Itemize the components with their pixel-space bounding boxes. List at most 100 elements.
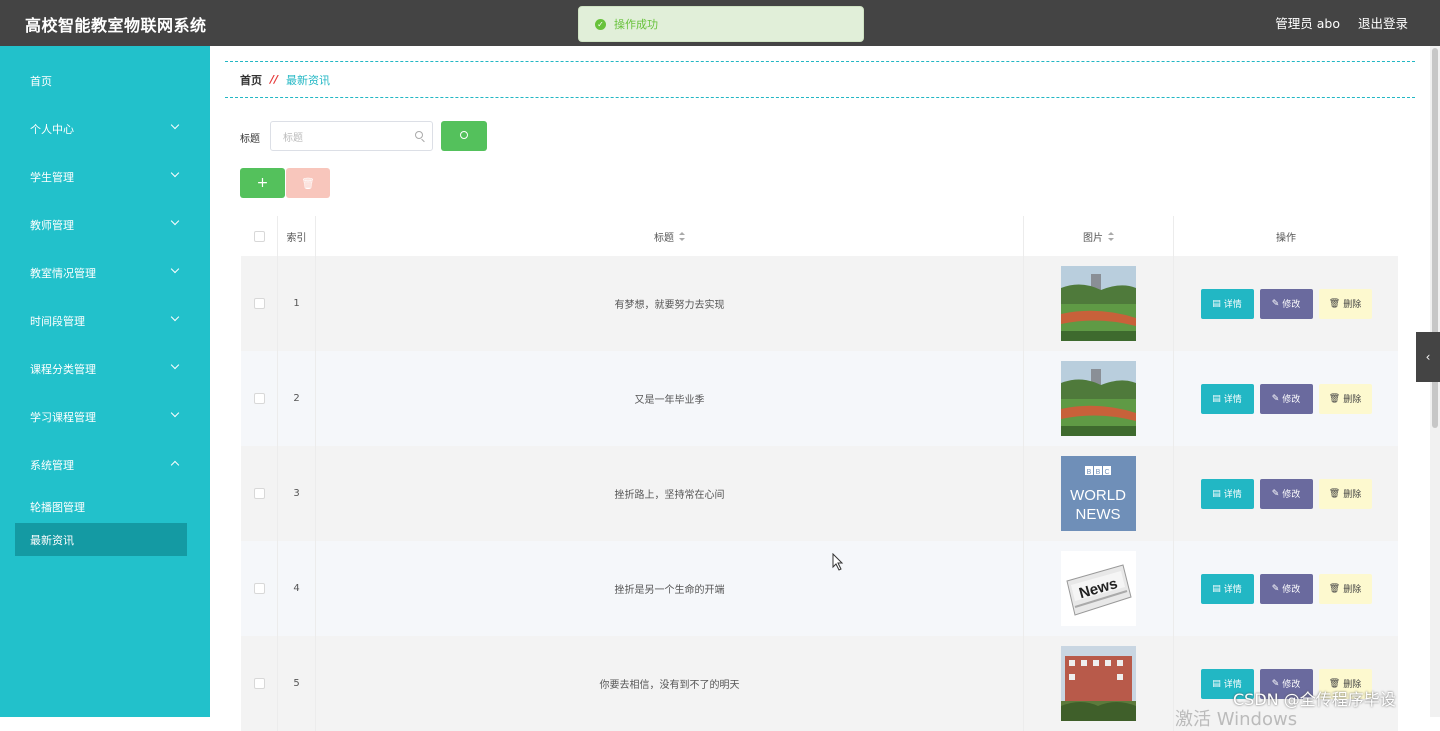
row-actions: ▤ 详情 ✎ 修改 🗑 删除 <box>1174 351 1398 446</box>
edit-button[interactable]: ✎ 修改 <box>1259 573 1313 604</box>
row-title: 有梦想，就要努力去实现 <box>316 256 1024 351</box>
select-all-checkbox[interactable] <box>253 230 265 242</box>
row-checkbox[interactable] <box>253 488 265 499</box>
mouse-cursor-icon <box>832 553 844 571</box>
sidebar-item-teachers[interactable]: 教师管理 <box>0 201 210 249</box>
trash-icon: 🗑 <box>1328 583 1341 594</box>
document-icon: ▤ <box>1212 583 1221 594</box>
header-checkbox-cell <box>241 216 278 256</box>
detail-button[interactable]: ▤ 详情 <box>1200 383 1254 414</box>
sidebar: 首页 个人中心 学生管理 教师管理 教室情况管理 时间段管理 课程分类管理 学习… <box>0 46 210 717</box>
search-button[interactable] <box>441 121 487 151</box>
row-title: 又是一年毕业季 <box>316 351 1024 446</box>
row-checkbox[interactable] <box>253 298 265 309</box>
sidebar-item-label: 教室情况管理 <box>30 267 96 280</box>
row-image-cell: News <box>1024 541 1174 636</box>
delete-button[interactable]: 🗑 删除 <box>1318 383 1372 414</box>
sidebar-subitem-label: 最新资讯 <box>30 533 74 547</box>
collapse-panel-button[interactable]: ‹ <box>1416 332 1440 382</box>
news-thumbnail[interactable]: B B C WORLD NEWS <box>1061 456 1136 531</box>
trash-icon: 🗑 <box>1328 298 1341 309</box>
search-placeholder: 标题 <box>283 132 303 144</box>
row-actions: ▤ 详情 ✎ 修改 🗑 删除 <box>1174 446 1398 541</box>
table-row: 4 挫折是另一个生命的开端 News ▤ 详情 ✎ 修改 🗑 删除 <box>241 541 1398 636</box>
logout-link[interactable]: 退出登录 <box>1358 13 1408 32</box>
delete-button[interactable]: 🗑 删除 <box>1318 573 1372 604</box>
edit-button[interactable]: ✎ 修改 <box>1259 383 1313 414</box>
sidebar-subitem-carousel[interactable]: 轮播图管理 <box>15 490 187 523</box>
document-icon: ▤ <box>1212 488 1221 499</box>
chevron-down-icon <box>170 120 180 130</box>
sidebar-item-home[interactable]: 首页 <box>0 57 210 105</box>
sidebar-item-students[interactable]: 学生管理 <box>0 153 210 201</box>
delete-button[interactable]: 🗑 删除 <box>1318 288 1372 319</box>
header-ops: 操作 <box>1276 232 1296 244</box>
sidebar-item-system[interactable]: 系统管理 <box>0 441 210 489</box>
detail-button[interactable]: ▤ 详情 <box>1200 288 1254 319</box>
news-thumbnail[interactable] <box>1061 646 1136 721</box>
breadcrumb-home[interactable]: 首页 <box>240 72 262 88</box>
row-index: 2 <box>278 351 316 446</box>
pencil-icon: ✎ <box>1271 393 1280 404</box>
chevron-down-icon <box>170 216 180 226</box>
row-actions: ▤ 详情 ✎ 修改 🗑 删除 <box>1174 256 1398 351</box>
svg-text:WORLD: WORLD <box>1070 487 1126 504</box>
row-index: 3 <box>278 446 316 541</box>
row-image-cell <box>1024 351 1174 446</box>
main-content: 首页 // 最新资讯 标题 标题 + 🗑 索引 标题 图片 操作 1 有梦想，就要… <box>210 46 1430 731</box>
row-title: 挫折是另一个生命的开端 <box>316 541 1024 636</box>
pencil-icon: ✎ <box>1271 298 1280 309</box>
sidebar-item-label: 首页 <box>30 75 52 88</box>
breadcrumb-separator: // <box>270 73 279 86</box>
news-thumbnail[interactable]: News <box>1061 551 1136 626</box>
table-row: 3 挫折路上，坚持常在心间 B B C WORLD NEWS ▤ 详情 ✎ 修改 🗑 删除 <box>241 446 1398 541</box>
row-title: 挫折路上，坚持常在心间 <box>316 446 1024 541</box>
sidebar-subitem-news[interactable]: 最新资讯 <box>15 523 187 556</box>
sidebar-item-timeslots[interactable]: 时间段管理 <box>0 297 210 345</box>
add-button[interactable]: + <box>240 168 285 198</box>
sidebar-item-label: 时间段管理 <box>30 315 85 328</box>
table-row: 1 有梦想，就要努力去实现 ▤ 详情 ✎ 修改 🗑 删除 <box>241 256 1398 351</box>
sidebar-item-courses[interactable]: 学习课程管理 <box>0 393 210 441</box>
header-image[interactable]: 图片 <box>1024 216 1174 256</box>
sidebar-item-label: 个人中心 <box>30 123 74 136</box>
news-thumbnail[interactable] <box>1061 266 1136 341</box>
batch-delete-button[interactable]: 🗑 <box>286 168 330 198</box>
top-right-menu: 管理员 abo 退出登录 <box>1275 13 1408 32</box>
edit-button[interactable]: ✎ 修改 <box>1259 478 1313 509</box>
row-checkbox-cell <box>241 446 278 541</box>
svg-text:B: B <box>1087 469 1092 476</box>
row-checkbox-cell <box>241 256 278 351</box>
header-title[interactable]: 标题 <box>316 216 1024 256</box>
row-checkbox[interactable] <box>253 678 265 689</box>
news-thumbnail[interactable] <box>1061 361 1136 436</box>
sidebar-item-label: 系统管理 <box>30 459 74 472</box>
pencil-icon: ✎ <box>1271 488 1280 499</box>
row-checkbox-cell <box>241 351 278 446</box>
toast-message: 操作成功 <box>614 18 658 31</box>
search-label: 标题 <box>240 134 260 145</box>
svg-text:C: C <box>1104 469 1109 476</box>
chevron-down-icon <box>170 408 180 418</box>
edit-button[interactable]: ✎ 修改 <box>1259 288 1313 319</box>
sidebar-item-course-categories[interactable]: 课程分类管理 <box>0 345 210 393</box>
chevron-down-icon <box>170 360 180 370</box>
chevron-down-icon <box>170 264 180 274</box>
success-toast: ✓ 操作成功 <box>578 6 864 42</box>
trash-icon: 🗑 <box>1328 393 1341 404</box>
delete-button[interactable]: 🗑 删除 <box>1318 478 1372 509</box>
search-input[interactable]: 标题 <box>270 121 433 151</box>
sidebar-item-personal[interactable]: 个人中心 <box>0 105 210 153</box>
detail-button[interactable]: ▤ 详情 <box>1200 478 1254 509</box>
breadcrumb: 首页 // 最新资讯 <box>225 61 1415 98</box>
row-checkbox[interactable] <box>253 393 265 404</box>
sort-icon[interactable] <box>679 231 685 241</box>
detail-button[interactable]: ▤ 详情 <box>1200 573 1254 604</box>
document-icon: ▤ <box>1212 678 1221 689</box>
sidebar-item-classrooms[interactable]: 教室情况管理 <box>0 249 210 297</box>
search-icon <box>460 131 468 139</box>
row-checkbox[interactable] <box>253 583 265 594</box>
chevron-down-icon <box>170 312 180 322</box>
sidebar-item-label: 课程分类管理 <box>30 363 96 376</box>
sort-icon[interactable] <box>1108 231 1114 241</box>
